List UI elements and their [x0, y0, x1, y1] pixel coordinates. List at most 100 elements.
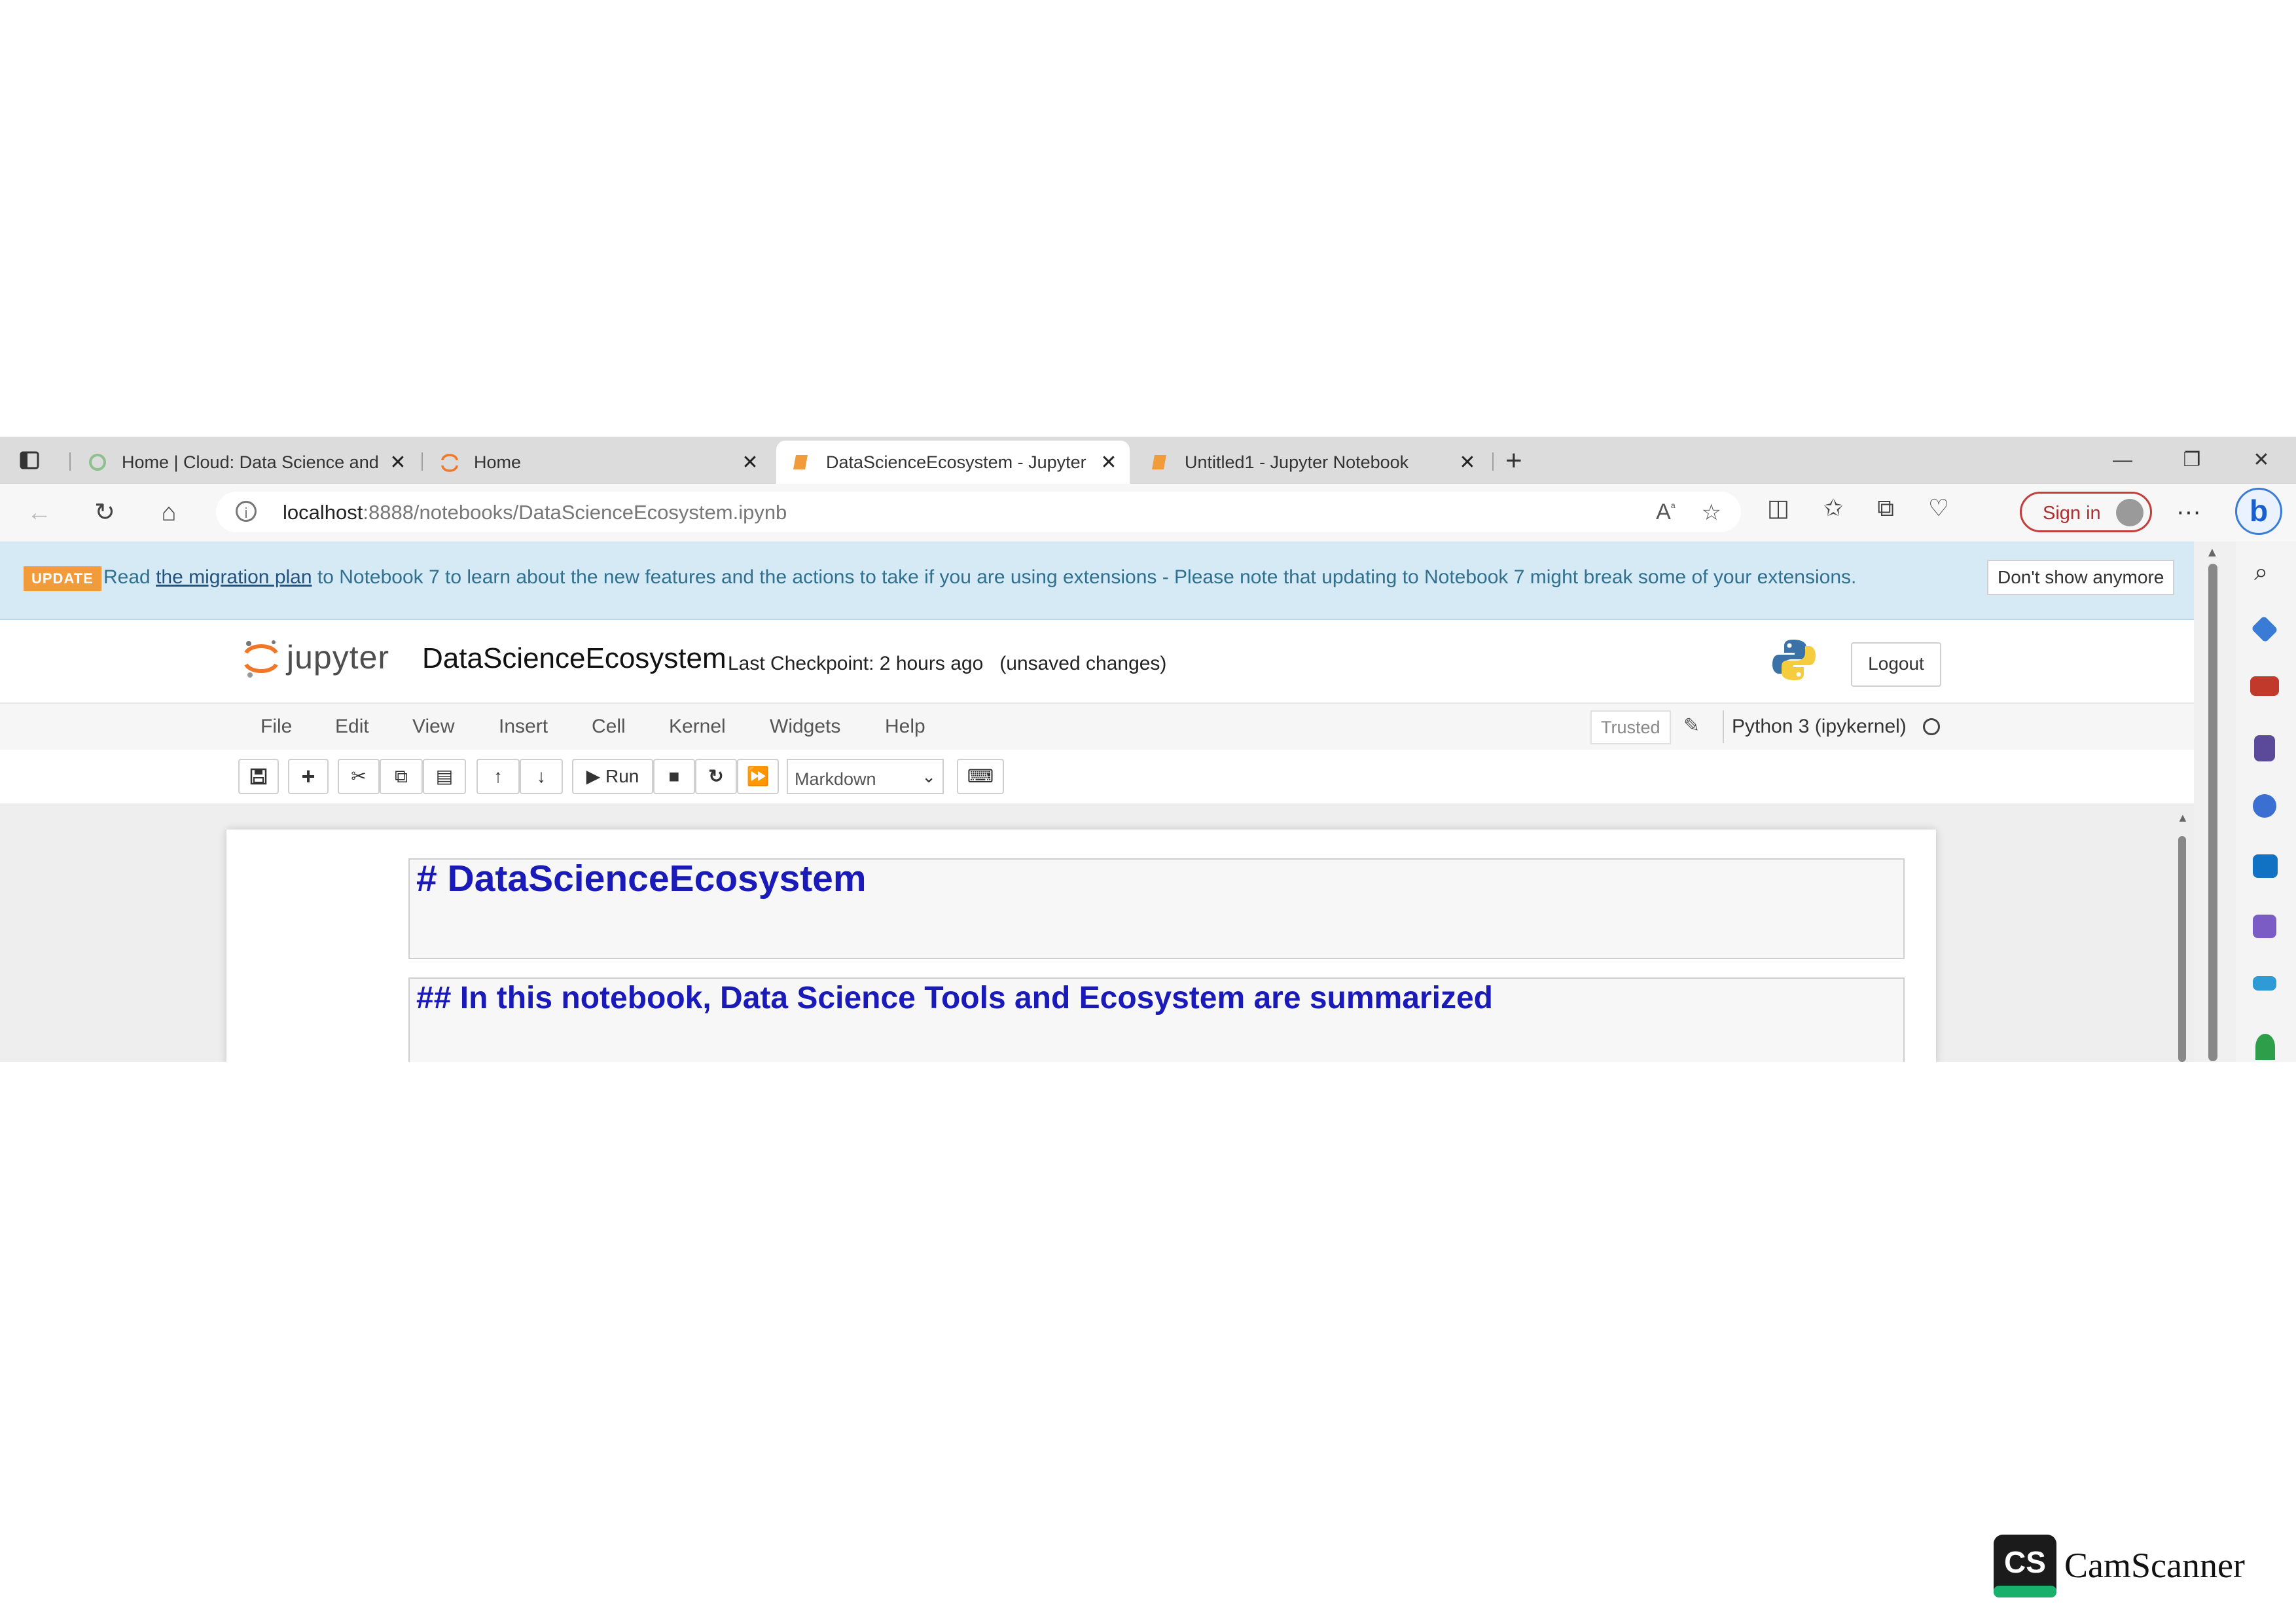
tab-title: Home | Cloud: Data Science and — [122, 452, 379, 472]
insert-cell-icon[interactable]: + — [288, 759, 329, 794]
games-icon[interactable] — [2254, 735, 2275, 761]
new-tab-button[interactable]: + — [1505, 445, 1522, 477]
search-icon[interactable]: ⌕ — [2254, 558, 2268, 587]
home-icon[interactable]: ⌂ — [153, 497, 185, 528]
cut-icon[interactable]: ✂ — [338, 759, 380, 794]
kernel-name[interactable]: Python 3 (ipykernel) — [1732, 716, 1907, 738]
split-screen-icon[interactable]: ◫ — [1767, 494, 1789, 522]
page-scrollbar[interactable]: ▲ — [2194, 541, 2236, 1062]
tab-untitled1[interactable]: Untitled1 - Jupyter Notebook ✕ — [1135, 441, 1488, 484]
favorites-icon[interactable]: ✩ — [1823, 494, 1843, 522]
jupyter-favicon-icon — [441, 454, 458, 472]
unsaved-changes: (unsaved changes) — [999, 653, 1167, 674]
address-bar-actions: Aᵃ ☆ — [1656, 500, 1721, 526]
close-icon[interactable]: ✕ — [1454, 451, 1480, 474]
minimize-icon[interactable]: — — [2088, 437, 2157, 484]
dont-show-anymore-button[interactable]: Don't show anymore — [1987, 560, 2175, 595]
favorite-star-icon[interactable]: ☆ — [1702, 500, 1721, 526]
avatar — [2116, 499, 2144, 526]
menu-insert[interactable]: Insert — [499, 716, 548, 738]
save-icon[interactable] — [238, 759, 279, 794]
notebook-name[interactable]: DataScienceEcosystem — [422, 642, 726, 675]
url-path: :8888/notebooks/DataScienceEcosystem.ipy… — [363, 501, 787, 524]
jupyter-menubar: File Edit View Insert Cell Kernel Widget… — [0, 702, 2194, 751]
site-info-icon[interactable]: i — [236, 501, 257, 522]
loading-spinner-icon — [89, 454, 106, 471]
restore-icon[interactable]: ❐ — [2157, 437, 2227, 484]
jupyter-logo-icon[interactable] — [242, 638, 280, 679]
kernel-idle-indicator-icon — [1923, 718, 1940, 735]
collections-icon[interactable]: ⧉ — [1877, 494, 1894, 522]
migration-plan-link[interactable]: the migration plan — [156, 566, 312, 588]
notebook-favicon-icon — [793, 455, 808, 469]
python-logo-icon — [1772, 640, 1816, 680]
scrollbar-thumb[interactable] — [2208, 564, 2217, 1061]
camscanner-logo-text: CS — [2004, 1545, 2046, 1579]
restart-icon[interactable]: ↻ — [695, 759, 737, 794]
keyboard-icon[interactable]: ⌨ — [957, 759, 1004, 794]
cell-type-select[interactable]: Markdown ⌄ — [787, 759, 944, 794]
jupyter-wordmark[interactable]: jupyter — [287, 638, 389, 676]
notebook-favicon-icon — [1152, 455, 1166, 469]
trusted-indicator[interactable]: Trusted — [1590, 710, 1671, 744]
camscanner-logo-icon: CS — [1994, 1535, 2056, 1597]
markdown-cell[interactable]: ## In this notebook, Data Science Tools … — [408, 977, 1905, 1062]
logout-button[interactable]: Logout — [1851, 642, 1941, 687]
drop-icon[interactable] — [2255, 1034, 2275, 1060]
move-up-icon[interactable]: ↑ — [476, 759, 520, 794]
designer-icon[interactable] — [2253, 915, 2276, 938]
tab-home[interactable]: Home ✕ — [424, 441, 771, 484]
jupyter-header: jupyter DataScienceEcosystem Last Checkp… — [0, 620, 2194, 687]
tab-separator — [422, 452, 423, 471]
edit-pencil-icon[interactable]: ✎ — [1683, 714, 1700, 737]
menu-cell[interactable]: Cell — [592, 716, 626, 738]
menu-help[interactable]: Help — [885, 716, 925, 738]
copilot-icon[interactable]: b — [2235, 488, 2282, 535]
send-icon[interactable] — [2253, 976, 2276, 991]
address-bar[interactable]: i localhost:8888/notebooks/DataScienceEc… — [216, 492, 1741, 532]
run-button[interactable]: ▶ Run — [572, 759, 653, 794]
menu-view[interactable]: View — [412, 716, 454, 738]
microsoft-365-icon[interactable] — [2253, 794, 2276, 818]
menu-widgets[interactable]: Widgets — [770, 716, 840, 738]
move-down-icon[interactable]: ↓ — [520, 759, 563, 794]
close-icon[interactable]: ✕ — [737, 451, 763, 474]
tab-cloud-home[interactable]: Home | Cloud: Data Science and ✕ — [72, 441, 419, 484]
browser-essentials-icon[interactable]: ♡ — [1928, 494, 1949, 522]
menu-edit[interactable]: Edit — [335, 716, 369, 738]
outlook-icon[interactable] — [2253, 854, 2278, 878]
read-aloud-icon[interactable]: Aᵃ — [1656, 500, 1675, 526]
tools-briefcase-icon[interactable] — [2250, 676, 2279, 696]
url-text[interactable]: localhost:8888/notebooks/DataScienceEcos… — [283, 501, 787, 524]
sign-in-button[interactable]: Sign in — [2020, 492, 2152, 532]
cell-type-value: Markdown — [795, 769, 876, 789]
notebook-container: # DataScienceEcosystem ## In this notebo… — [0, 803, 2194, 1062]
close-icon[interactable]: ✕ — [1096, 451, 1122, 474]
fast-forward-icon[interactable]: ⏩ — [737, 759, 779, 794]
shopping-tag-icon[interactable] — [2251, 615, 2278, 643]
tab-datascienceecosystem[interactable]: DataScienceEcosystem - Jupyter ✕ — [776, 441, 1130, 484]
scrollbar-thumb[interactable] — [2178, 836, 2186, 1062]
refresh-icon[interactable]: ↻ — [89, 497, 120, 528]
chevron-down-icon: ⌄ — [922, 767, 936, 786]
checkpoint-status: Last Checkpoint: 2 hours ago (unsaved ch… — [728, 653, 1166, 675]
menu-file[interactable]: File — [260, 716, 292, 738]
run-label: Run — [605, 766, 639, 786]
jupyter-toolbar: + ✂ ⧉ ▤ ↑ ↓ ▶ Run ■ ↻ ⏩ Markdown ⌄ ⌨ — [0, 750, 2194, 803]
tab-actions-icon[interactable] — [20, 451, 39, 469]
scroll-up-icon[interactable]: ▲ — [2177, 811, 2189, 825]
more-options-icon[interactable]: ··· — [2176, 498, 2201, 526]
close-icon[interactable]: ✕ — [385, 451, 411, 474]
notebook-scrollbar[interactable]: ▲ — [2174, 811, 2190, 1062]
back-icon[interactable]: ← — [24, 497, 55, 528]
paste-icon[interactable]: ▤ — [423, 759, 466, 794]
close-window-icon[interactable]: ✕ — [2227, 437, 2296, 484]
tab-separator — [69, 452, 71, 471]
scroll-up-icon[interactable]: ▲ — [2206, 545, 2219, 560]
interrupt-icon[interactable]: ■ — [653, 759, 695, 794]
markdown-cell[interactable]: # DataScienceEcosystem — [408, 858, 1905, 959]
menu-kernel[interactable]: Kernel — [669, 716, 726, 738]
tab-separator — [1492, 452, 1494, 471]
copy-icon[interactable]: ⧉ — [380, 759, 423, 794]
update-banner: UPDATE Read the migration plan to Notebo… — [0, 541, 2194, 620]
